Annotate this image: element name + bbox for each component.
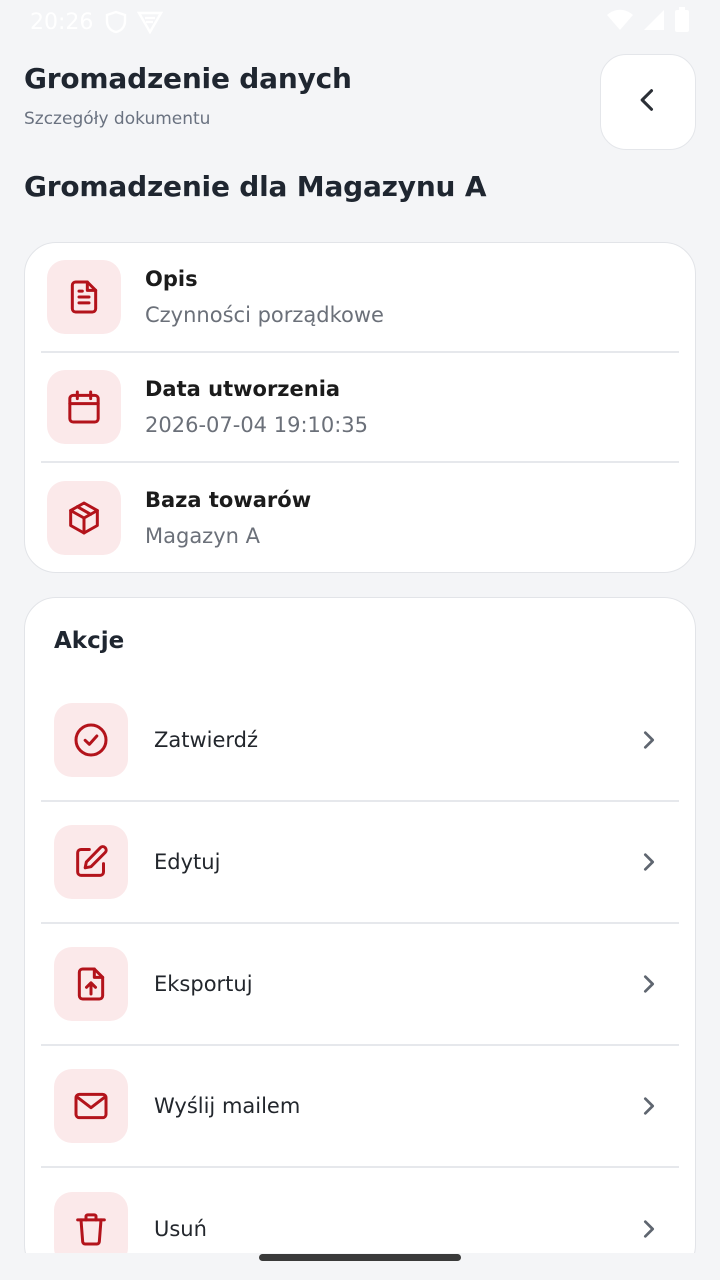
home-indicator[interactable] [259,1254,461,1261]
chevron-right-icon [629,1095,669,1117]
status-time: 20:26 [30,9,94,35]
document-info-card: Opis Czynności porządkowe Data utworzeni… [24,242,696,573]
document-title: Gromadzenie dla Magazynu A [24,170,487,203]
info-value: 2026-07-04 19:10:35 [145,413,369,437]
page-title: Gromadzenie danych [24,62,352,95]
info-label: Opis [145,267,198,291]
action-label: Edytuj [154,850,221,874]
document-icon [47,260,121,334]
info-label: Baza towarów [145,488,312,512]
box-icon [47,481,121,555]
info-row-description: Opis Czynności porządkowe [41,243,679,353]
action-label: Eksportuj [154,972,253,996]
signal-icon [642,8,666,36]
action-label: Wyślij mailem [154,1094,301,1118]
shield-icon [105,10,127,34]
actions-card: Akcje Zatwierdź Edytuj Eksportuj Wyślij … [24,597,696,1277]
file-upload-icon [54,947,128,1021]
action-approve[interactable]: Zatwierdź [41,680,679,802]
page-subtitle: Szczegóły dokumentu [24,109,211,129]
chevron-right-icon [629,973,669,995]
chevron-right-icon [629,729,669,751]
chevron-left-icon [634,86,662,118]
action-export[interactable]: Eksportuj [41,924,679,1046]
info-value: Magazyn A [145,524,260,548]
edit-icon [54,825,128,899]
wifi-icon [606,9,634,35]
action-edit[interactable]: Edytuj [41,802,679,924]
info-row-created-date: Data utworzenia 2026-07-04 19:10:35 [41,353,679,463]
info-label: Data utworzenia [145,377,341,401]
battery-icon [674,7,690,37]
actions-title: Akcje [54,628,125,654]
action-label: Usuń [154,1217,207,1241]
status-bar: 20:26 [0,0,720,44]
info-row-warehouse: Baza towarów Magazyn A [41,463,679,572]
action-send-email[interactable]: Wyślij mailem [41,1046,679,1168]
vpn-icon [137,10,164,34]
chevron-right-icon [629,851,669,873]
check-circle-icon [54,703,128,777]
info-value: Czynności porządkowe [145,303,384,327]
action-label: Zatwierdź [154,728,259,752]
mail-icon [54,1069,128,1143]
chevron-right-icon [629,1218,669,1240]
header: Gromadzenie danych Szczegóły dokumentu [24,54,696,162]
back-button[interactable] [600,54,696,150]
calendar-icon [47,370,121,444]
